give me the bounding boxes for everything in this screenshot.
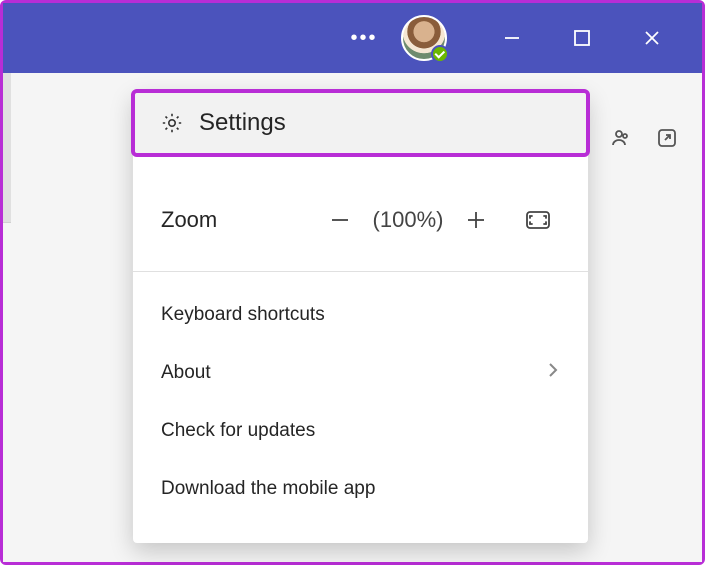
fullscreen-button[interactable]	[516, 198, 560, 242]
about-label: About	[161, 362, 211, 384]
minimize-button[interactable]	[482, 13, 542, 63]
zoom-in-button[interactable]	[454, 198, 498, 242]
zoom-row: Zoom (100%)	[133, 175, 588, 265]
close-button[interactable]	[622, 13, 682, 63]
more-options-button[interactable]: •••	[339, 13, 389, 63]
title-bar: •••	[3, 3, 702, 73]
left-rail-fragment	[3, 73, 11, 223]
header-actions	[604, 123, 682, 153]
menu-divider	[133, 271, 588, 272]
content-area: Settings Zoom (100%) Keyboard shortcuts	[3, 73, 702, 562]
settings-menu-item[interactable]: Settings	[131, 89, 590, 157]
about-item[interactable]: About	[133, 344, 588, 402]
chevron-right-icon	[546, 360, 560, 386]
meet-now-icon[interactable]	[604, 123, 634, 153]
download-mobile-app-item[interactable]: Download the mobile app	[133, 460, 588, 518]
settings-label: Settings	[199, 109, 286, 137]
zoom-value: (100%)	[368, 207, 448, 233]
keyboard-shortcuts-label: Keyboard shortcuts	[161, 304, 325, 326]
download-mobile-app-label: Download the mobile app	[161, 478, 375, 500]
check-for-updates-label: Check for updates	[161, 420, 315, 442]
zoom-out-button[interactable]	[318, 198, 362, 242]
popout-icon[interactable]	[652, 123, 682, 153]
profile-avatar-button[interactable]	[401, 15, 447, 61]
gear-icon	[159, 110, 185, 136]
presence-available-icon	[431, 45, 449, 63]
maximize-button[interactable]	[552, 13, 612, 63]
check-for-updates-item[interactable]: Check for updates	[133, 402, 588, 460]
settings-menu: Settings Zoom (100%) Keyboard shortcuts	[133, 91, 588, 543]
zoom-label: Zoom	[161, 207, 217, 233]
keyboard-shortcuts-item[interactable]: Keyboard shortcuts	[133, 286, 588, 344]
